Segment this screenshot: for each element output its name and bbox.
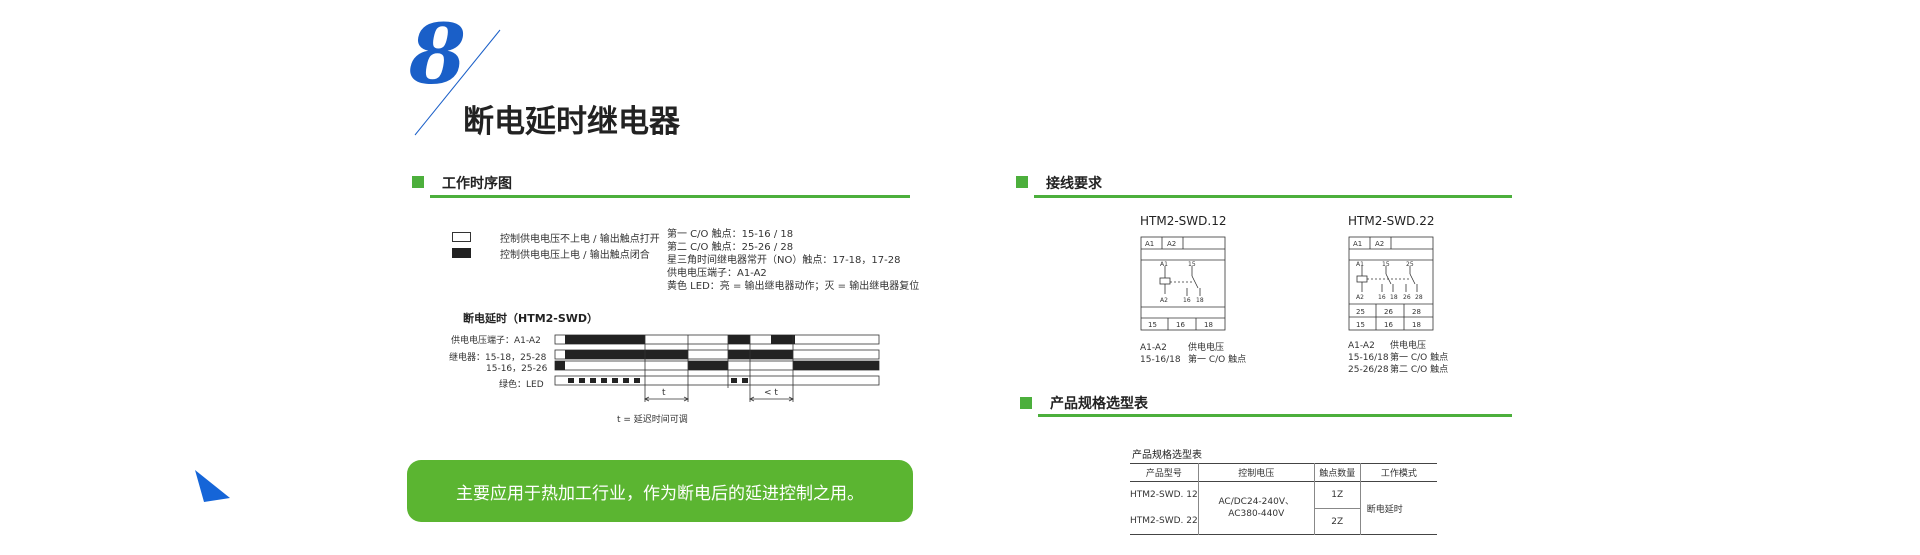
spec-header-model: 产品型号 [1130,463,1199,482]
legend-open-swatch [452,232,471,242]
legend-desc: 第二 C/O 触点 [1390,365,1449,375]
legend-code: 15-16/18 [1348,353,1389,363]
legend-desc: 第一 C/O 触点 [1188,355,1247,365]
legend-closed-swatch [452,248,471,258]
note-line: 黄色 LED：亮 = 输出继电器动作；灭 = 输出继电器复位 [667,281,920,292]
legend-code: 15-16/18 [1140,355,1181,365]
terminal-label: A2 [1167,240,1176,248]
delay-note: t = 延迟时间可调 [617,415,688,425]
section-number: 8 [409,7,467,103]
spec-header-contacts: 触点数量 [1314,463,1361,482]
terminal-label: 25 [1406,261,1414,268]
model-name-22: HTM2-SWD.22 [1348,214,1435,228]
spec-table: 产品型号 控制电压 触点数量 工作模式 HTM2-SWD. 12 AC/DC24… [1130,463,1437,535]
terminal-label: A1 [1145,240,1154,248]
terminal-label: A1 [1356,261,1364,268]
terminal-label: A1 [1353,240,1362,248]
terminal-label: 15 [1382,261,1390,268]
terminal-label: A2 [1160,297,1168,304]
voltage-line: AC380-440V [1228,509,1285,519]
voltage-line: AC/DC24-240V、 [1218,497,1295,507]
terminal-label: 16 [1384,321,1393,329]
timing-notes: 第一 C/O 触点：15-16 / 18 第二 C/O 触点：25-26 / 2… [667,228,919,293]
legend-desc: 供电电压 [1390,341,1427,351]
terminal-label: 16 [1183,297,1191,304]
spec-header-voltage: 控制电压 [1198,463,1315,482]
corner-triangle-decoration [195,470,230,502]
spec-table-title: 产品规格选型表 [1132,450,1202,461]
terminal-label: 15 [1356,321,1365,329]
spec-section-marker [1020,397,1032,409]
wiring-section-marker [1016,176,1028,188]
page-title: 断电延时继电器 [463,104,680,140]
spec-voltage-cell: AC/DC24-240V、 AC380-440V [1198,481,1315,535]
spec-mode-cell: 断电延时 [1366,504,1403,515]
terminal-label: 25 [1356,308,1365,316]
wiring-section-rule [1034,195,1512,198]
terminal-label: 18 [1204,321,1213,329]
spec-header-mode: 工作模式 [1380,469,1417,479]
terminal-label: A2 [1356,294,1364,301]
wiring-section-title: 接线要求 [1046,176,1102,192]
wiring-diagram-12: A1 A2 A1 15 A2 16 18 15 16 18 [1140,236,1226,331]
timing-section-rule [430,195,910,198]
note-line: 第二 C/O 触点：25-26 / 28 [667,242,794,253]
terminal-label: 26 [1403,294,1411,301]
wiring-legend-12: A1-A2 供电电压 15-16/18 第一 C/O 触点 [1140,342,1246,366]
page-header: 8 断电延时继电器 [405,14,735,140]
legend-desc: 供电电压 [1188,343,1225,353]
terminal-label: 15 [1188,261,1196,268]
terminal-label: 28 [1412,308,1421,316]
legend-closed-text: 控制供电电压上电 / 输出触点闭合 [500,250,650,261]
spec-section-rule [1038,414,1512,417]
spec-contacts-cell: 2Z [1314,508,1361,535]
terminal-label: A2 [1375,240,1384,248]
legend-desc: 第一 C/O 触点 [1390,353,1449,363]
model-name-12: HTM2-SWD.12 [1140,214,1227,228]
wiring-diagram-22: A1 15 25 A2 16 18 26 28 A1 A2 25 26 28 1… [1348,236,1434,331]
terminal-label: 16 [1176,321,1185,329]
timing-section-title: 工作时序图 [442,176,512,192]
legend-code: A1-A2 [1140,343,1167,353]
terminal-label: 16 [1378,294,1386,301]
spec-contacts-cell: 1Z [1314,481,1361,509]
terminal-label: A1 [1160,261,1168,268]
terminal-label: 18 [1390,294,1398,301]
t-interval-label: t [662,388,666,398]
timing-section-marker [412,176,424,188]
row-label-relay-2: 15-16，25-26 [486,364,548,374]
legend-code: 25-26/28 [1348,365,1389,375]
terminal-label: 18 [1196,297,1204,304]
terminal-label: 18 [1412,321,1421,329]
terminal-label: 15 [1148,321,1157,329]
spec-section-title: 产品规格选型表 [1050,396,1148,412]
legend-open-text: 控制供电电压不上电 / 输出触点打开 [500,234,660,245]
application-banner: 主要应用于热加工行业，作为断电后的延进控制之用。 [407,460,913,522]
timing-diagram [554,334,880,402]
spec-model-cell: HTM2-SWD. 22 [1130,508,1199,535]
lt-interval-label: < t [764,388,778,398]
row-label-supply: 供电电压端子：A1-A2 [451,336,541,346]
terminal-label: 26 [1384,308,1393,316]
note-line: 星三角时间继电器常开（NO）触点：17-18，17-28 [667,255,901,266]
note-line: 第一 C/O 触点：15-16 / 18 [667,229,794,240]
wiring-legend-22: A1-A2 供电电压 15-16/18第一 C/O 触点 25-26/28第二 C… [1348,340,1448,376]
note-line: 供电电压端子：A1-A2 [667,268,767,279]
terminal-label: 28 [1415,294,1423,301]
row-label-led: 绿色：LED [499,380,544,390]
banner-text: 主要应用于热加工行业，作为断电后的延进控制之用。 [456,483,864,504]
legend-code: A1-A2 [1348,341,1375,351]
timing-diagram-title: 断电延时（HTM2-SWD） [463,312,599,325]
spec-model-cell: HTM2-SWD. 12 [1130,481,1199,509]
